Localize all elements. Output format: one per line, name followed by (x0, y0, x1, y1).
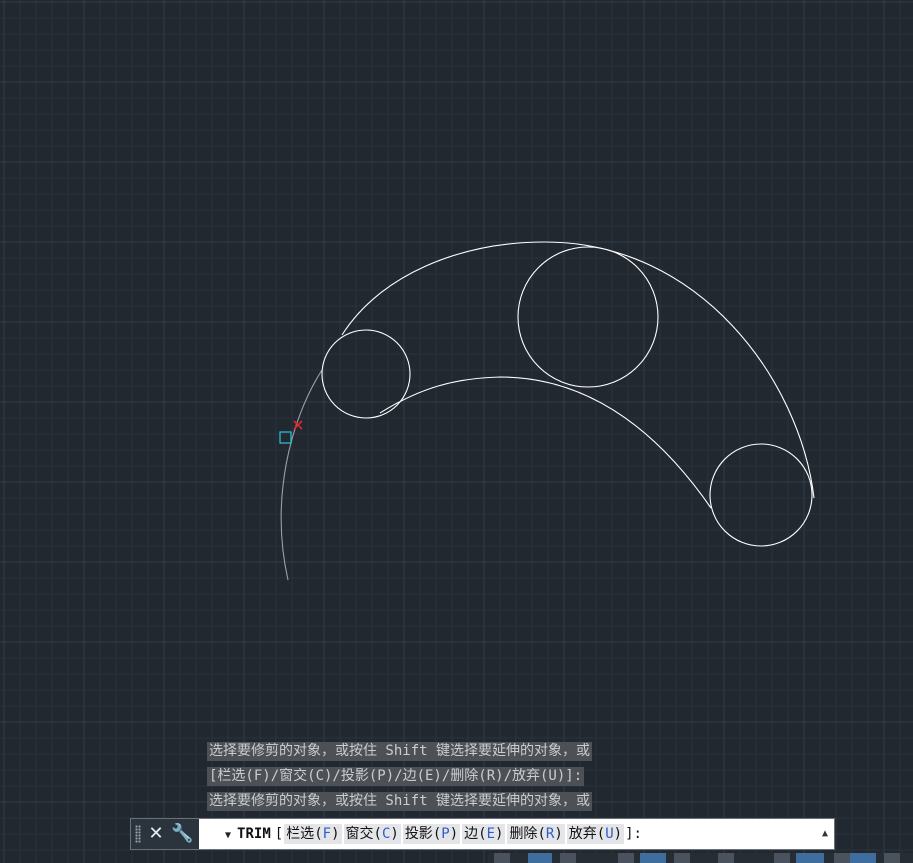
trim-x-icon (293, 420, 303, 430)
close-icon[interactable]: ✕ (145, 823, 167, 845)
small-circle-left[interactable] (321, 329, 411, 419)
prompt-close: ]: (625, 826, 642, 842)
status-bar (488, 853, 913, 863)
isodraft-icon[interactable] (718, 853, 734, 863)
option-label: 边 (464, 826, 479, 842)
infer-constraints-icon[interactable] (618, 853, 634, 863)
option-key: F (322, 826, 332, 842)
ortho-toggle-icon[interactable] (640, 853, 666, 863)
object-snap-icon[interactable] (796, 853, 824, 863)
option-erase[interactable]: 删除(R) (507, 824, 565, 844)
option-fence[interactable]: 栏选(F) (284, 824, 342, 844)
large-circle-top[interactable] (517, 246, 659, 388)
inner-arc[interactable] (379, 376, 712, 509)
command-name: TRIM (237, 826, 271, 842)
option-label: 删除 (509, 826, 538, 842)
command-line-window[interactable]: ✕ 🔧 ▼ TRIM[栏选(F) 窗交(C) 投影(P) 边(E) 删除(R) 放弃(U)]… (130, 818, 835, 850)
option-label: 窗交 (345, 826, 374, 842)
drawing-canvas[interactable] (0, 0, 913, 863)
option-key: E (486, 826, 495, 842)
history-line-2: [栏选(F)/窗交(C)/投影(P)/边(E)/删除(R)/放弃(U)]: (207, 767, 585, 786)
history-line-3: 选择要修剪的对象，或按住 Shift 键选择要延伸的对象，或 (207, 792, 592, 811)
model-space-toggle[interactable] (494, 853, 510, 863)
option-label: 投影 (404, 826, 433, 842)
option-label: 栏选 (286, 826, 315, 842)
workspace-icon[interactable] (884, 853, 900, 863)
option-key: C (381, 826, 391, 842)
cursor (279, 420, 303, 444)
option-key: U (605, 826, 614, 842)
lineweight-icon[interactable] (834, 853, 850, 863)
wrench-icon[interactable]: 🔧 (171, 823, 193, 845)
option-project[interactable]: 投影(P) (402, 824, 461, 844)
drawing-grid (0, 0, 913, 863)
chevron-down-icon[interactable]: ▼ (225, 821, 231, 851)
option-key: P (441, 826, 450, 842)
option-label: 放弃 (568, 826, 597, 842)
triangle-up-icon[interactable]: ▲ (822, 819, 828, 849)
command-input[interactable]: ▼ TRIM[栏选(F) 窗交(C) 投影(P) 边(E) 删除(R) 放弃(U)]: ▲ (201, 819, 834, 849)
command-line-toolbar: ✕ 🔧 (131, 819, 199, 849)
object-snap-tracking-icon[interactable] (774, 853, 790, 863)
circle-right[interactable] (709, 443, 813, 547)
option-undo[interactable]: 放弃(U) (566, 824, 625, 844)
option-key: R (545, 826, 555, 842)
option-crossing[interactable]: 窗交(C) (343, 824, 401, 844)
grid-toggle-icon[interactable] (528, 853, 552, 863)
drag-grip-icon[interactable] (135, 825, 141, 843)
option-edge[interactable]: 边(E) (462, 824, 506, 844)
annotation-icon[interactable] (850, 853, 876, 863)
open-bracket: [ (274, 826, 284, 842)
history-line-1: 选择要修剪的对象，或按住 Shift 键选择要延伸的对象，或 (207, 742, 592, 761)
snap-toggle-icon[interactable] (560, 853, 576, 863)
polar-tracking-icon[interactable] (674, 853, 690, 863)
